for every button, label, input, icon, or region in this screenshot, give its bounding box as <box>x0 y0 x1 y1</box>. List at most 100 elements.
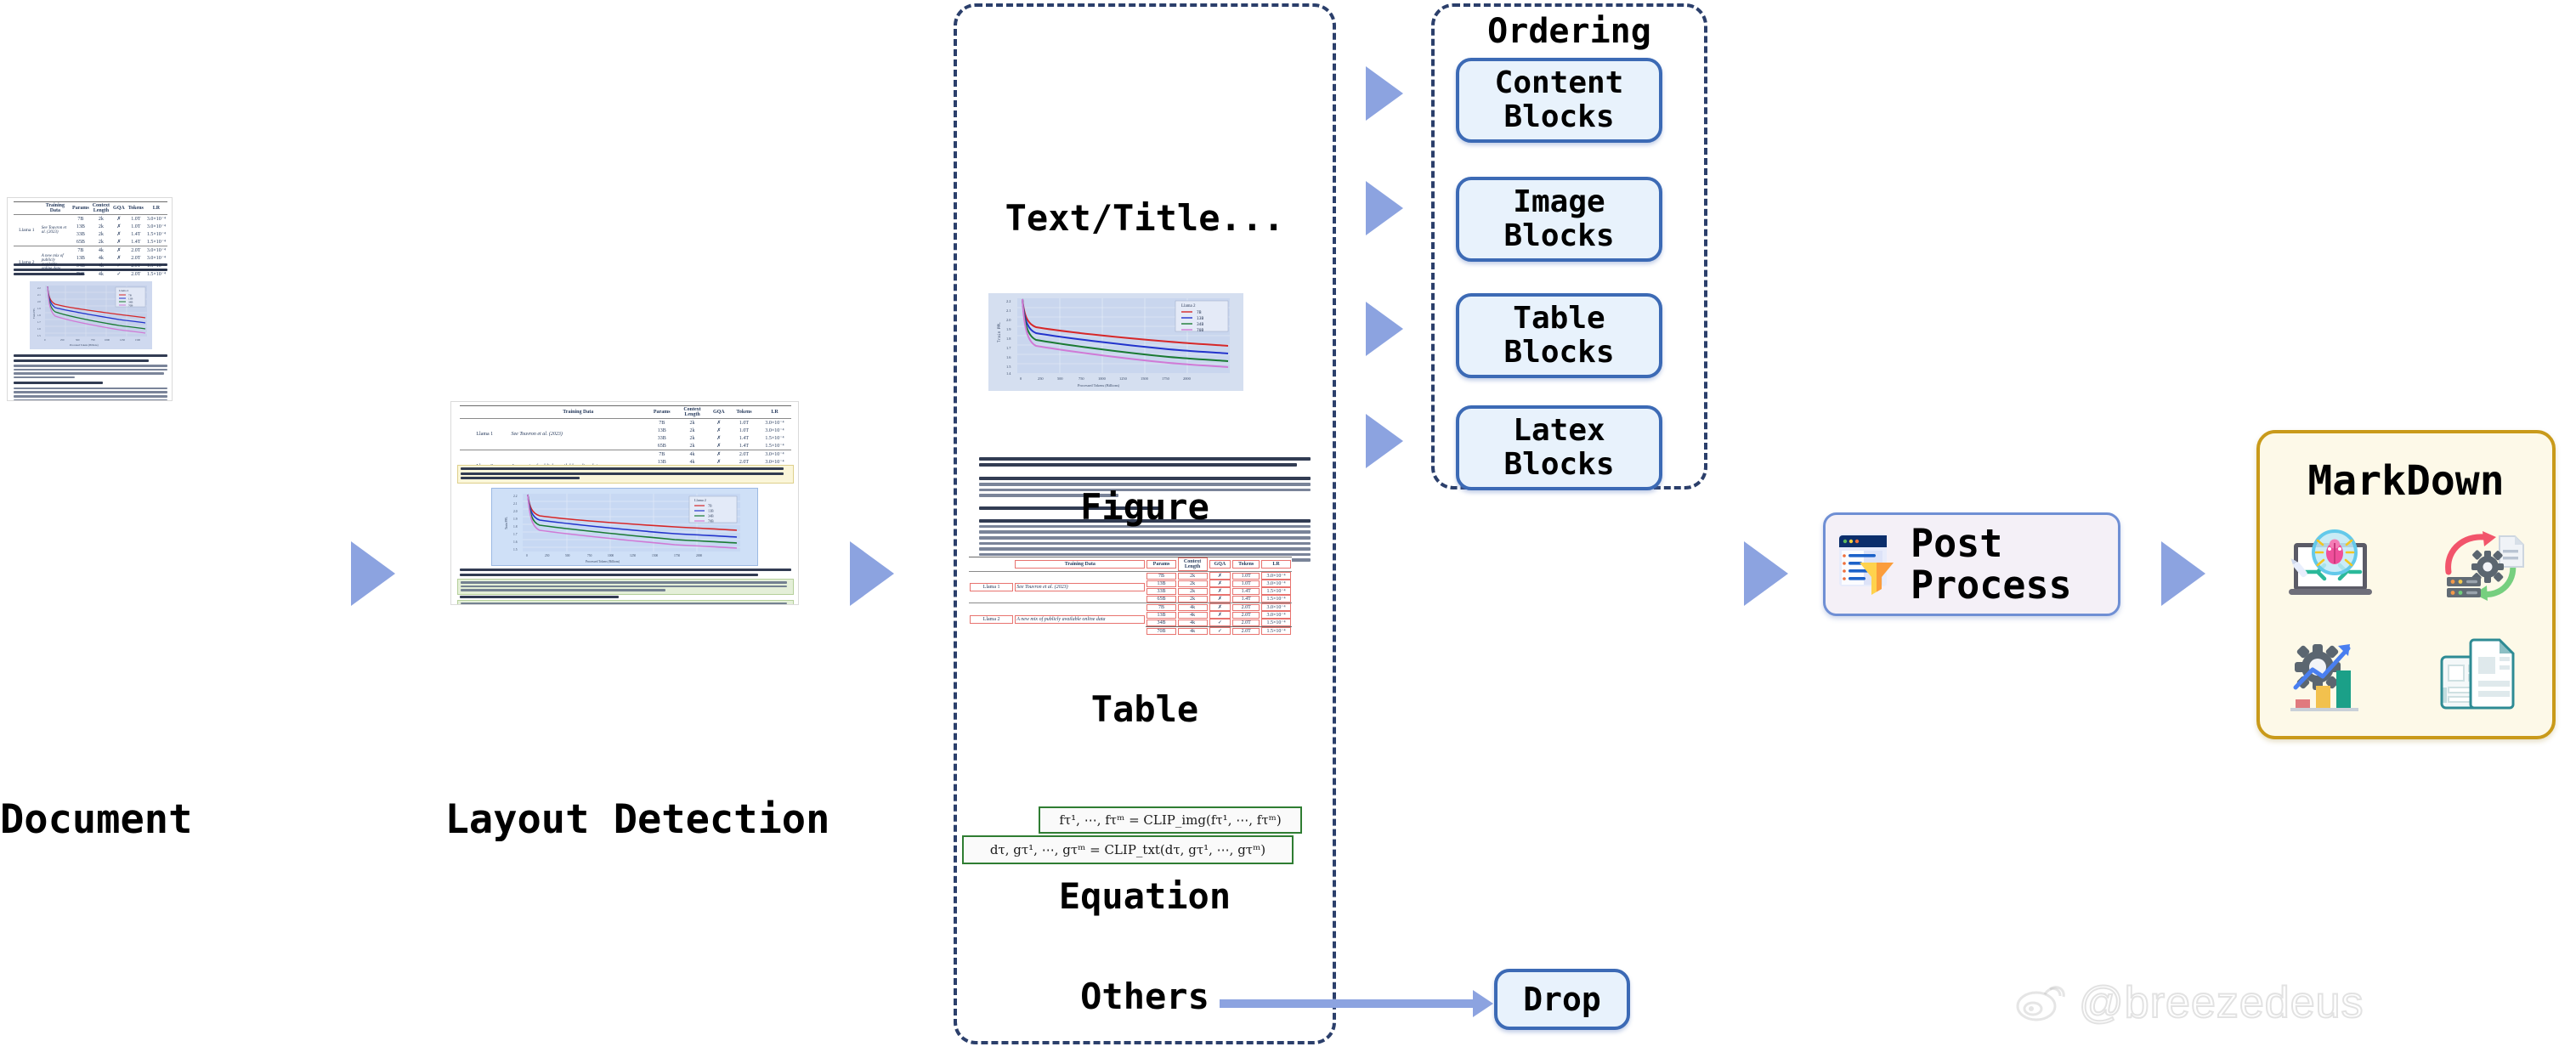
markdown-title: MarkDown <box>2307 457 2505 505</box>
block-latex-blocks[interactable]: Latex Blocks <box>1456 405 1662 490</box>
detected-text-region-1 <box>457 579 794 595</box>
post-process-label: Post Process <box>1911 520 2072 608</box>
svg-text:34B: 34B <box>1197 322 1204 327</box>
svg-text:34B: 34B <box>708 514 714 518</box>
arrow-to-image-blocks <box>1366 181 1403 235</box>
stage-label-layout-detection: Layout Detection <box>444 796 830 843</box>
svg-text:1000: 1000 <box>608 554 614 557</box>
svg-text:1500: 1500 <box>652 554 658 557</box>
svg-text:1750: 1750 <box>674 554 680 557</box>
category-label-others: Others <box>1080 976 1209 1017</box>
svg-text:13B: 13B <box>1197 316 1204 321</box>
svg-text:1000: 1000 <box>1098 376 1107 381</box>
pipeline-diagram-canvas: Training Data Params Context Length GQA Token… <box>0 0 2576 1058</box>
arrow-to-latex-blocks <box>1366 414 1403 468</box>
post-process-box[interactable]: Post Process <box>1823 512 2120 616</box>
svg-text:250: 250 <box>1038 376 1044 381</box>
svg-text:1.8: 1.8 <box>1006 337 1011 341</box>
svg-text:70B: 70B <box>708 519 714 523</box>
svg-text:Processed Tokens (Billions): Processed Tokens (Billions) <box>586 560 620 563</box>
svg-text:70B: 70B <box>1197 328 1204 333</box>
arrow-document-to-layout <box>351 541 395 606</box>
svg-text:1500: 1500 <box>1141 376 1149 381</box>
svg-text:7B: 7B <box>1197 310 1202 315</box>
block-content-blocks[interactable]: Content Blocks <box>1456 58 1662 143</box>
svg-text:1500: 1500 <box>135 338 141 342</box>
svg-text:Train PPL: Train PPL <box>32 308 36 319</box>
svg-text:Llama 2: Llama 2 <box>119 289 129 292</box>
svg-text:1.6: 1.6 <box>513 540 518 544</box>
category-label-text-title: Text/Title... <box>1005 197 1285 239</box>
svg-text:1750: 1750 <box>1162 376 1170 381</box>
layout-detection-thumbnail: Training Data Params Context Length GQA Token… <box>450 401 799 605</box>
svg-text:1.8: 1.8 <box>37 314 41 317</box>
arrow-layout-to-categories <box>850 541 894 606</box>
training-loss-chart-svg: Llama 2 7B 13B 34B 70B 2.22.12.0 1.91.81… <box>30 281 152 349</box>
svg-text:1250: 1250 <box>120 338 126 342</box>
weibo-icon <box>2014 979 2067 1027</box>
svg-text:2.1: 2.1 <box>513 502 518 506</box>
svg-text:500: 500 <box>1057 376 1063 381</box>
svg-text:0: 0 <box>526 554 528 557</box>
category-label-equation: Equation <box>1058 875 1231 917</box>
svg-text:2.0: 2.0 <box>1006 318 1011 322</box>
block-table-blocks[interactable]: Table Blocks <box>1456 293 1662 378</box>
svg-text:250: 250 <box>545 554 550 557</box>
document-thumbnail: Training Data Params Context Length GQA Token… <box>7 197 173 401</box>
svg-text:Llama 2: Llama 2 <box>694 498 706 502</box>
svg-text:1.6: 1.6 <box>37 327 41 331</box>
svg-text:1.7: 1.7 <box>513 533 518 536</box>
svg-text:1.6: 1.6 <box>1006 355 1011 359</box>
laptop-code-bug-icon <box>2284 524 2382 613</box>
equation-txt-latex: dτ, gτ¹, ⋯, gτᵐ = CLIP_txt(dτ, gτ¹, ⋯, g… <box>989 842 1266 857</box>
svg-text:500: 500 <box>565 554 570 557</box>
svg-text:1.5: 1.5 <box>37 334 41 337</box>
arrow-ordering-to-post-process <box>1744 541 1788 606</box>
watermark-handle: @breezedeus <box>2078 977 2364 1028</box>
svg-text:1.4: 1.4 <box>1006 371 1011 376</box>
copy-documents-icon <box>2430 631 2528 720</box>
category-equation-crop-2: dτ, gτ¹, ⋯, gτᵐ = CLIP_txt(dτ, gτ¹, ⋯, g… <box>962 835 1294 864</box>
svg-text:1.5: 1.5 <box>513 548 518 552</box>
svg-text:2.2: 2.2 <box>1006 299 1011 303</box>
equation-img-latex: fτ¹, ⋯, fτᵐ = CLIP_img(fτ¹, ⋯, fτᵐ) <box>1059 812 1282 828</box>
svg-text:13B: 13B <box>708 509 714 513</box>
block-image-blocks-label: Image Blocks <box>1503 184 1615 253</box>
svg-text:500: 500 <box>76 338 80 342</box>
detected-figure-region: Llama 2 7B 13B 34B 70B 2.2 2.1 2.0 1.9 1.8 1… <box>491 488 758 566</box>
gear-sync-document-icon <box>2430 524 2528 613</box>
svg-text:2.2: 2.2 <box>513 495 518 498</box>
block-content-blocks-label: Content Blocks <box>1494 65 1624 134</box>
svg-text:7B: 7B <box>708 504 712 508</box>
svg-text:70B: 70B <box>128 304 133 308</box>
block-latex-blocks-label: Latex Blocks <box>1503 412 1615 482</box>
arrow-to-content-blocks <box>1366 66 1403 121</box>
filter-list-icon <box>1837 529 1899 600</box>
svg-text:750: 750 <box>587 554 592 557</box>
svg-text:1.9: 1.9 <box>1006 327 1011 331</box>
category-label-table: Table <box>1090 688 1199 730</box>
markdown-output-box: MarkDown <box>2256 430 2556 739</box>
arrow-others-to-drop <box>1220 990 1493 1017</box>
svg-text:750: 750 <box>1079 376 1084 381</box>
category-equation-crop-1: fτ¹, ⋯, fτᵐ = CLIP_img(fτ¹, ⋯, fτᵐ) <box>1039 806 1302 834</box>
svg-text:Processed Tokens (Billions): Processed Tokens (Billions) <box>70 343 99 347</box>
detected-figure-caption <box>460 569 791 576</box>
block-drop[interactable]: Drop <box>1494 969 1630 1030</box>
detected-section-heading <box>460 596 791 599</box>
svg-text:2.1: 2.1 <box>1006 308 1011 313</box>
layout-chart-svg: Llama 2 7B 13B 34B 70B 2.2 2.1 2.0 1.9 1.8 1… <box>492 489 757 565</box>
detected-caption-region <box>457 465 794 484</box>
svg-text:1.7: 1.7 <box>37 320 41 324</box>
svg-text:2.2: 2.2 <box>37 286 41 290</box>
svg-text:750: 750 <box>91 338 95 342</box>
stage-label-document: Document <box>0 796 193 843</box>
svg-text:2.0: 2.0 <box>37 300 41 303</box>
svg-text:1.8: 1.8 <box>513 525 518 529</box>
svg-text:1250: 1250 <box>630 554 636 557</box>
svg-text:1000: 1000 <box>105 338 110 342</box>
svg-text:1.5: 1.5 <box>1006 365 1011 369</box>
doc-table-caption <box>14 263 167 275</box>
svg-text:2000: 2000 <box>696 554 702 557</box>
block-image-blocks[interactable]: Image Blocks <box>1456 177 1662 262</box>
